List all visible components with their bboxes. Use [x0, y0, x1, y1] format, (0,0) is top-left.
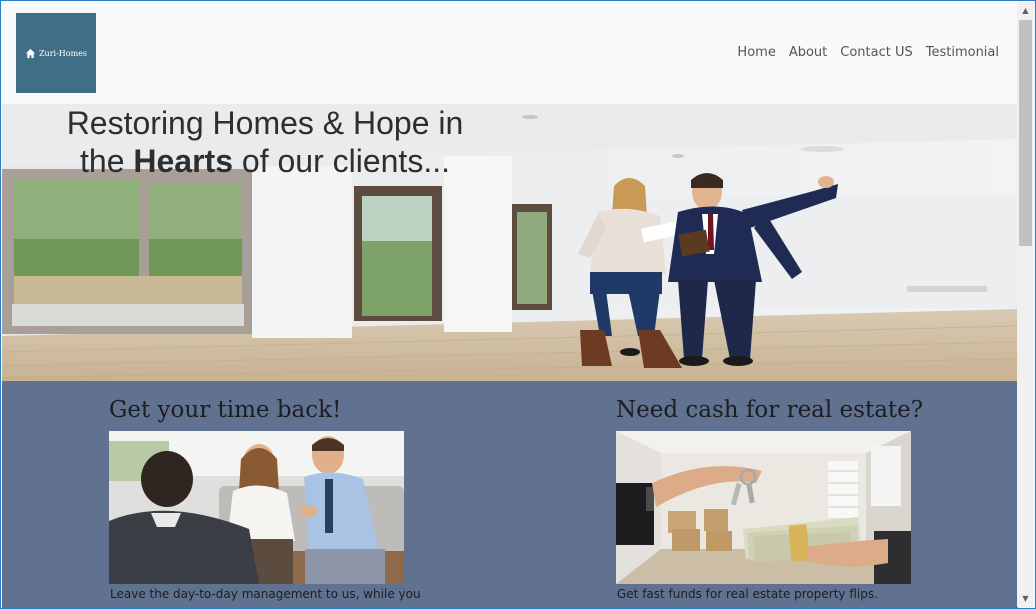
browser-viewport: Zuri-Homes Home About Contact US Testimo…	[0, 0, 1036, 609]
brand-logo[interactable]: Zuri-Homes	[16, 13, 96, 93]
services-section: Get your time back! Leave the day-to-day…	[2, 381, 1018, 608]
hero-headline-line2-pre: the	[80, 143, 134, 179]
house-icon	[25, 48, 36, 58]
service-card-description: Leave the day-to-day management to us, w…	[110, 587, 421, 601]
scroll-up-arrow-icon[interactable]: ▲	[1017, 2, 1034, 19]
main-nav: Home About Contact US Testimonial	[737, 45, 999, 60]
service-card-title: Need cash for real estate?	[616, 397, 924, 423]
hero-headline-line2-post: of our clients...	[233, 143, 450, 179]
service-card-time-back: Get your time back! Leave the day-to-day…	[109, 381, 421, 601]
nav-link-about[interactable]: About	[789, 45, 827, 60]
hero-headline: Restoring Homes & Hope in the Hearts of …	[20, 104, 510, 180]
nav-link-testimonial[interactable]: Testimonial	[926, 45, 999, 60]
hero-headline-line1: Restoring Homes & Hope in	[66, 105, 464, 141]
scrollbar-thumb[interactable]	[1019, 20, 1032, 246]
service-card-cash: Need cash for real estate? Get fast fund…	[616, 381, 924, 601]
brand-name: Zuri-Homes	[38, 48, 87, 58]
scroll-down-arrow-icon[interactable]: ▼	[1017, 590, 1034, 607]
site-header: Zuri-Homes Home About Contact US Testimo…	[2, 2, 1018, 104]
couple-meeting-agent-photo	[109, 431, 404, 584]
nav-link-home[interactable]: Home	[737, 45, 775, 60]
vertical-scrollbar[interactable]: ▲ ▼	[1017, 2, 1034, 607]
hero-section: Restoring Homes & Hope in the Hearts of …	[2, 104, 1018, 381]
hero-headline-emphasis: Hearts	[133, 143, 233, 179]
service-card-description: Get fast funds for real estate property …	[617, 587, 878, 601]
nav-link-contact[interactable]: Contact US	[840, 45, 912, 60]
service-card-title: Get your time back!	[109, 397, 342, 423]
keys-and-cash-exchange-photo	[616, 431, 911, 584]
